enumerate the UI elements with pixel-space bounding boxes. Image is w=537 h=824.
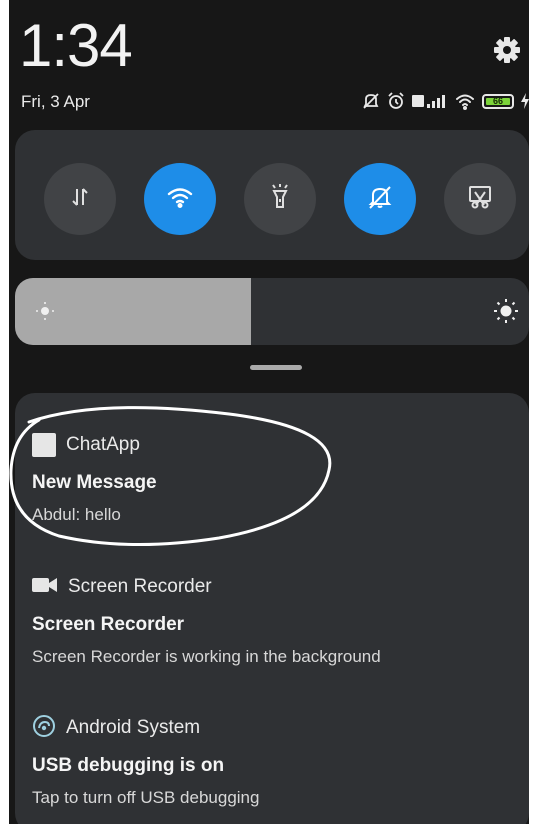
settings-gear-icon[interactable] [493,36,521,64]
video-camera-icon [32,576,58,599]
status-icons: 66 [362,90,529,112]
screenshot-toggle[interactable] [444,163,516,235]
notification-android-system[interactable]: Android System USB debugging is on Tap t… [32,714,259,808]
bell-off-icon [367,184,393,215]
notification-chatapp[interactable]: ChatApp New Message Abdul: hello [32,431,157,525]
mobile-data-toggle[interactable] [44,163,116,235]
silent-toggle[interactable] [344,163,416,235]
notification-app-name: Android System [66,717,201,738]
vibrate-off-icon [362,92,380,110]
notification-screen-recorder[interactable]: Screen Recorder Screen Recorder Screen R… [32,573,381,667]
data-arrows-icon [68,185,92,214]
notification-title: USB debugging is on [32,755,225,776]
clock: 1:34 [19,12,133,79]
date-label: Fri, 3 Apr [21,92,90,111]
charging-icon [521,93,529,109]
flashlight-toggle[interactable] [244,163,316,235]
brightness-low-icon [35,301,55,326]
wifi-icon [166,185,194,214]
alarm-icon [387,92,405,110]
android-system-icon [32,714,56,743]
shade-drag-handle[interactable] [250,365,302,370]
notification-text: Screen Recorder is working in the backgr… [32,647,381,666]
notification-app-name: Screen Recorder [68,576,212,597]
battery-icon: 66 [482,93,514,109]
scissors-icon [467,184,493,215]
wifi-status-icon [455,92,475,110]
notification-title: Screen Recorder [32,614,185,635]
flashlight-icon [268,183,292,215]
app-square-icon [32,433,56,457]
notification-shade: 1:34 Fri, 3 Apr 66 ChatApp New Message A… [9,0,529,824]
quick-settings-panel [15,130,529,260]
battery-level: 66 [492,96,503,106]
hd-signal-icon [412,92,448,110]
notification-text: Tap to turn off USB debugging [32,788,260,807]
notification-title: New Message [32,472,157,493]
brightness-slider[interactable] [15,278,529,345]
notification-app-name: ChatApp [66,434,140,455]
notification-text: Abdul: hello [32,505,121,524]
wifi-toggle[interactable] [144,163,216,235]
brightness-high-icon [493,298,519,329]
